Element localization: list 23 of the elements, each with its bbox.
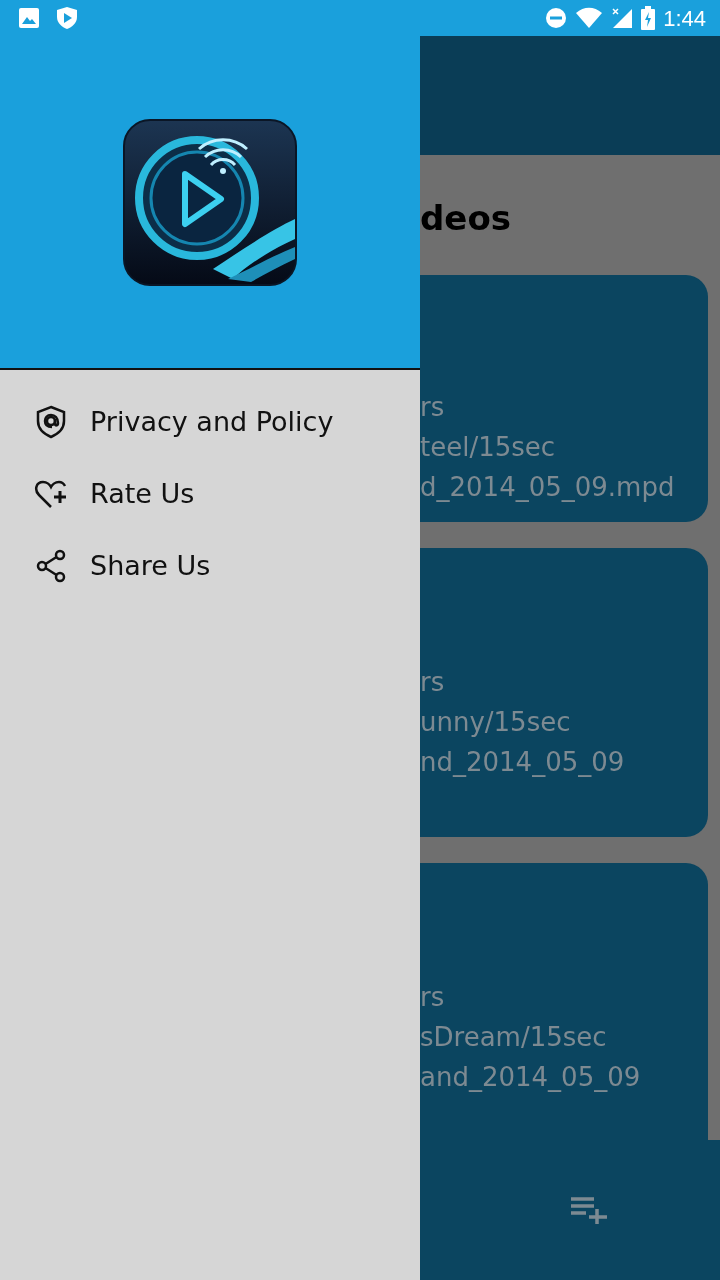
share-icon: [34, 549, 68, 583]
card-text: d_2014_05_09.mpd: [420, 471, 675, 504]
wifi-icon: [575, 7, 604, 29]
card-text: rs: [420, 666, 445, 699]
battery-icon: [641, 6, 656, 30]
card-text: teel/15sec: [420, 431, 556, 464]
playlist-add-icon[interactable]: [570, 1195, 610, 1225]
card-text: unny/15sec: [420, 706, 571, 739]
menu-item[interactable]: Share Us: [0, 530, 420, 602]
menu-item[interactable]: Privacy and Policy: [0, 386, 420, 458]
card-text: nd_2014_05_09: [420, 746, 625, 779]
menu-item[interactable]: Rate Us: [0, 458, 420, 530]
card-text: and_2014_05_09: [420, 1061, 641, 1094]
card-text: sDream/15sec: [420, 1021, 607, 1054]
image-icon: [18, 7, 40, 29]
clock: 1:44: [663, 4, 706, 33]
page-title: deos: [420, 197, 512, 240]
card-text: rs: [420, 981, 445, 1014]
shield-icon: [56, 6, 78, 30]
shield-icon: [34, 405, 68, 439]
card-text: rs: [420, 391, 445, 424]
signal-icon: [611, 7, 634, 29]
do-not-disturb-icon: [545, 7, 568, 29]
